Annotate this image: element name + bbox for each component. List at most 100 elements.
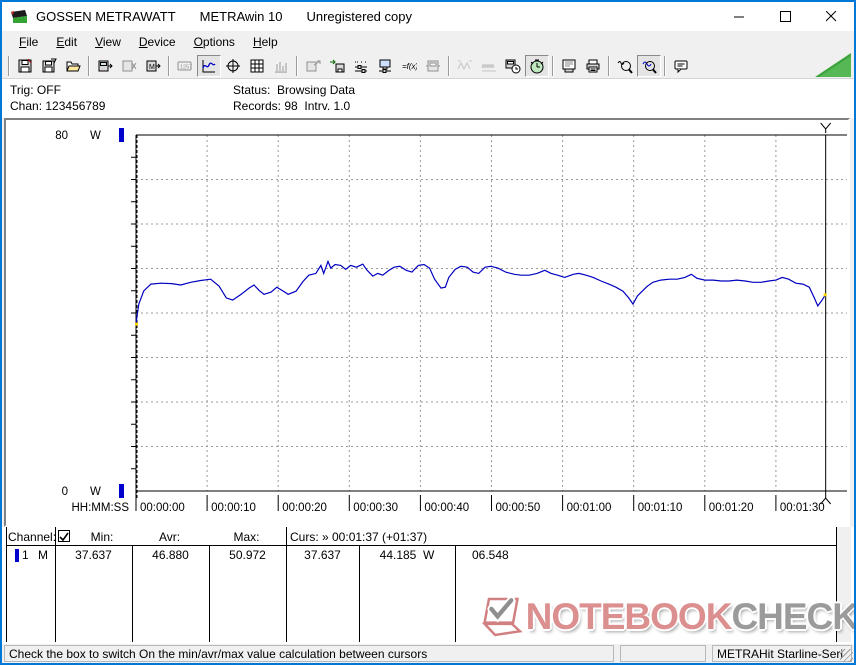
x-tick-label: 00:01:10 bbox=[638, 502, 683, 514]
menu-edit[interactable]: Edit bbox=[47, 32, 86, 52]
monitor-settings-button[interactable] bbox=[373, 55, 397, 77]
trig-label: Trig: OFF bbox=[10, 83, 61, 97]
minimize-icon bbox=[734, 11, 745, 22]
x-tick-label: 00:00:00 bbox=[140, 502, 185, 514]
zoom-curve-button[interactable] bbox=[637, 55, 661, 77]
channel-color-marker bbox=[15, 549, 19, 562]
toolbar: M 1257 =f(x) bbox=[2, 53, 854, 79]
table-view-button[interactable] bbox=[245, 55, 269, 77]
print-preview-button[interactable] bbox=[557, 55, 581, 77]
menu-view[interactable]: View bbox=[86, 32, 130, 52]
device-read-button[interactable] bbox=[93, 55, 117, 77]
title-app-name: GOSSEN METRAWATT bbox=[36, 9, 176, 24]
device-memory-button[interactable]: M bbox=[141, 55, 165, 77]
statusbar-device-name: METRAHit Starline-Seri bbox=[712, 645, 852, 662]
annotation-button[interactable] bbox=[669, 55, 693, 77]
zoom-drag-button[interactable] bbox=[613, 55, 637, 77]
histogram-icon bbox=[273, 58, 289, 74]
y-max-label: 80 bbox=[55, 130, 68, 142]
open-file-button[interactable] bbox=[61, 55, 85, 77]
toolbar-separator bbox=[296, 56, 298, 76]
table-header-rule bbox=[6, 545, 837, 546]
records-label: Records: 98 Intrv. 1.0 bbox=[233, 99, 350, 113]
device-read-icon bbox=[97, 58, 113, 74]
svg-text:1257: 1257 bbox=[180, 64, 192, 70]
wave-single-icon bbox=[457, 58, 473, 74]
maximize-button[interactable] bbox=[762, 2, 808, 31]
histogram-button bbox=[269, 55, 293, 77]
save-icon bbox=[17, 58, 33, 74]
zoom-drag-icon bbox=[617, 58, 633, 74]
menu-file[interactable]: File bbox=[10, 32, 47, 52]
device-stop-icon bbox=[121, 58, 137, 74]
table-divider bbox=[359, 546, 360, 642]
toolbar-grip bbox=[8, 56, 10, 76]
chan-label: Chan: 123456789 bbox=[10, 99, 105, 113]
minmax-checkbox[interactable] bbox=[58, 530, 70, 542]
maximize-icon bbox=[780, 11, 791, 22]
toolbar-separator bbox=[664, 56, 666, 76]
time-sync-button[interactable] bbox=[501, 55, 525, 77]
device-config-button bbox=[421, 55, 445, 77]
titlebar: GOSSEN METRAWATT METRAwin 10 Unregistere… bbox=[2, 2, 854, 31]
max-column-header: Max: bbox=[209, 530, 284, 544]
numeric-display-button: 1257 bbox=[173, 55, 197, 77]
table-scroll-strip[interactable] bbox=[837, 527, 851, 642]
channel-settings-button[interactable] bbox=[349, 55, 373, 77]
save-device-data-button[interactable] bbox=[325, 55, 349, 77]
timer-button[interactable] bbox=[525, 55, 549, 77]
device-status-panel: Trig: OFF Chan: 123456789 Status: Browsi… bbox=[2, 79, 854, 118]
formula-button[interactable]: =f(x) bbox=[397, 55, 421, 77]
export-button bbox=[301, 55, 325, 77]
cursor1-value: 37.637 bbox=[286, 548, 359, 562]
resize-grip[interactable] bbox=[840, 649, 853, 662]
statusbar-message: Check the box to switch On the min/avr/m… bbox=[4, 645, 614, 662]
minimize-button[interactable] bbox=[716, 2, 762, 31]
cursor-crosshair-button[interactable] bbox=[221, 55, 245, 77]
trig-value: OFF bbox=[37, 83, 61, 97]
cursor2-point-marker bbox=[824, 293, 827, 296]
numeric-display-icon: 1257 bbox=[177, 58, 193, 74]
channel-range-marker-bottom bbox=[119, 484, 124, 498]
menu-device[interactable]: Device bbox=[130, 32, 185, 52]
channel-table: Channel: Min: Avr: Max: Curs: » 00:01:37… bbox=[2, 527, 854, 644]
checkmark-icon bbox=[59, 532, 69, 542]
close-icon bbox=[826, 11, 837, 22]
y-unit-top-label: W bbox=[90, 130, 101, 142]
zoom-curve-icon bbox=[641, 58, 657, 74]
interval-label: Intrv. bbox=[304, 99, 330, 113]
app-icon bbox=[10, 8, 28, 26]
toolbar-separator bbox=[552, 56, 554, 76]
export-icon bbox=[305, 58, 321, 74]
statusbar-middle-panel bbox=[620, 645, 706, 662]
save-as-button[interactable] bbox=[37, 55, 61, 77]
cursor-crosshair-icon bbox=[225, 58, 241, 74]
channel-mode: M bbox=[38, 548, 52, 562]
x-tick-label: 00:00:30 bbox=[353, 502, 398, 514]
cursor-column-header: Curs: » 00:01:37 (+01:37) bbox=[290, 530, 540, 544]
min-column-header: Min: bbox=[74, 530, 130, 544]
max-value: 50.972 bbox=[209, 548, 286, 562]
chart-panel[interactable]: 80W0WHH:MM:SS00:00:0000:00:1000:00:2000:… bbox=[4, 118, 850, 527]
toolbar-separator bbox=[168, 56, 170, 76]
toolbar-separator bbox=[88, 56, 90, 76]
save-button[interactable] bbox=[13, 55, 37, 77]
close-button[interactable] bbox=[808, 2, 854, 31]
menu-options[interactable]: Options bbox=[185, 32, 244, 52]
menu-help[interactable]: Help bbox=[244, 32, 287, 52]
cursor2-top-marker bbox=[821, 123, 831, 133]
print-button[interactable] bbox=[581, 55, 605, 77]
cursor2-unit: W bbox=[423, 548, 434, 562]
print-preview-icon bbox=[561, 58, 577, 74]
device-memory-icon: M bbox=[145, 58, 161, 74]
cursor1-point-marker bbox=[135, 323, 138, 326]
cursor2-value: 44.185 W bbox=[359, 548, 455, 562]
power-trace-line bbox=[136, 261, 826, 323]
table-view-icon bbox=[249, 58, 265, 74]
line-chart-button[interactable] bbox=[197, 55, 221, 77]
title-license-status: Unregistered copy bbox=[306, 9, 412, 24]
status-value: Browsing Data bbox=[277, 83, 355, 97]
toolbar-separator bbox=[608, 56, 610, 76]
power-trend-chart[interactable]: 80W0WHH:MM:SS00:00:0000:00:1000:00:2000:… bbox=[6, 120, 848, 525]
interval-value: 1.0 bbox=[334, 99, 351, 113]
